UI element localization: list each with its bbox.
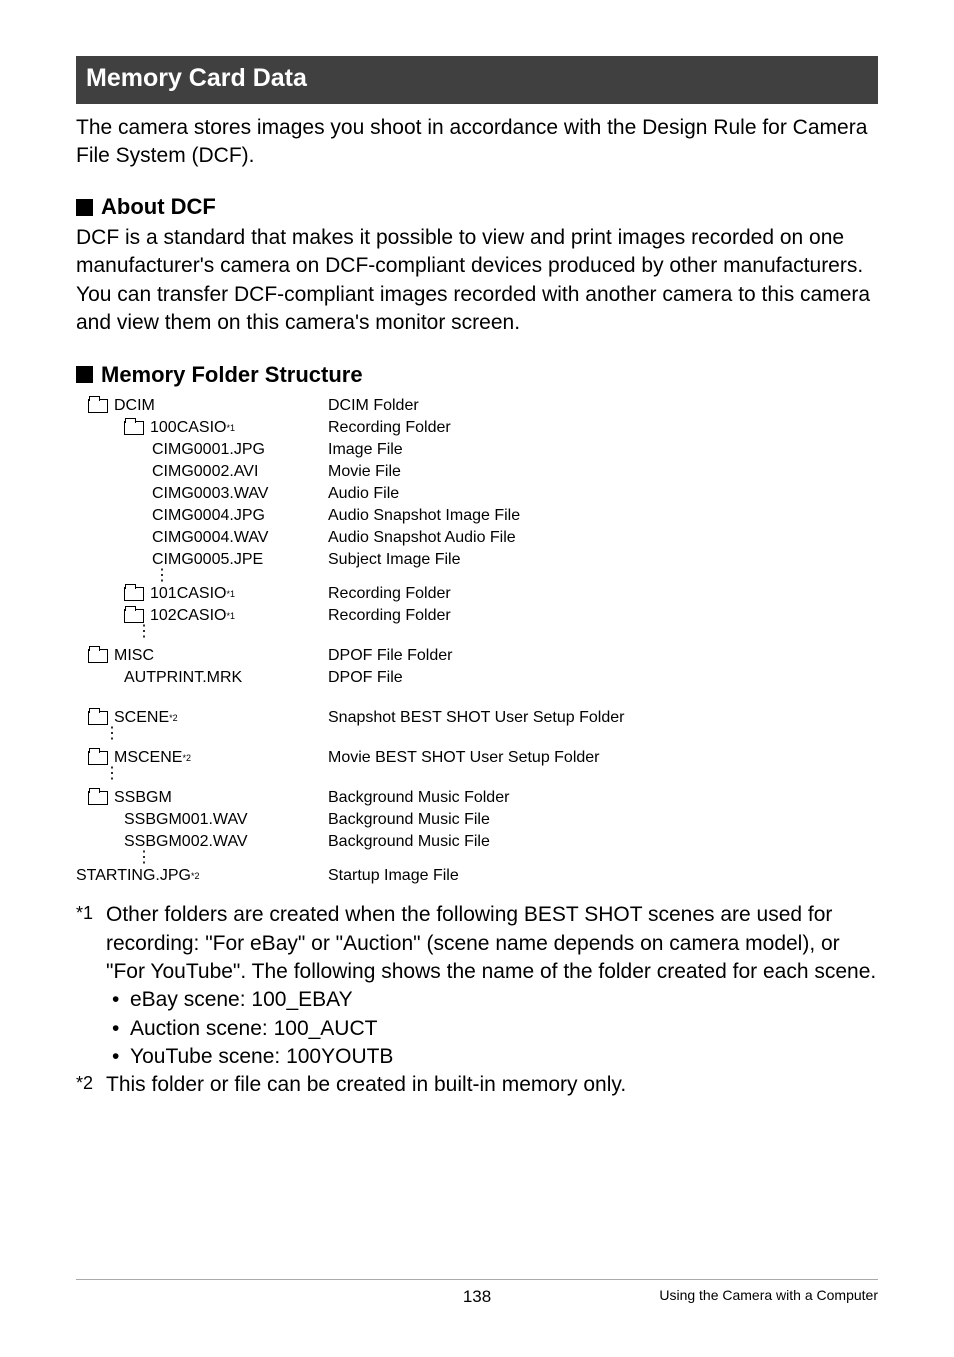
bullet-text: Auction scene: 100_AUCT [130,1015,377,1043]
bullet-text: eBay scene: 100_EBAY [130,986,353,1014]
tree-label: MSCENE [114,747,182,769]
folder-icon [88,791,108,805]
folder-icon [88,399,108,413]
tree-label: CIMG0003.WAV [152,483,268,505]
note-marker: *2 [76,1071,106,1099]
section-header: Memory Card Data [76,56,878,104]
page-footer: 138 Using the Camera with a Computer [76,1279,878,1305]
bullet-dot-icon: • [112,986,130,1014]
note-marker: *1 [76,901,106,986]
tree-label: CIMG0002.AVI [152,461,258,483]
note-text: Other folders are created when the follo… [106,901,878,986]
tree-label: 101CASIO [150,583,226,605]
superscript: *1 [226,588,235,600]
tree-desc: Recording Folder [328,417,451,439]
page-number: 138 [463,1286,491,1309]
vertical-dots-icon: ⋮ [76,769,878,781]
tree-desc: Audio Snapshot Image File [328,505,520,527]
tree-desc: Recording Folder [328,605,451,627]
superscript: *2 [182,752,191,764]
tree-label: CIMG0004.WAV [152,527,268,549]
about-dcf-text: DCF is a standard that makes it possible… [76,224,878,337]
superscript: *2 [169,712,178,724]
tree-desc: Background Music File [328,809,490,831]
tree-label: MISC [114,645,154,667]
folder-tree: DCIM DCIM Folder 100CASIO *1 Recording F… [76,395,878,887]
bullet-text: YouTube scene: 100YOUTB [130,1043,393,1071]
tree-desc: Snapshot BEST SHOT User Setup Folder [328,707,624,729]
subhead-about-dcf: About DCF [76,192,878,222]
tree-desc: Image File [328,439,403,461]
tree-desc: Movie BEST SHOT User Setup Folder [328,747,600,769]
tree-desc: Audio File [328,483,399,505]
vertical-dots-icon: ⋮ [76,571,878,583]
bullet-dot-icon: • [112,1015,130,1043]
tree-desc: Background Music File [328,831,490,853]
intro-text: The camera stores images you shoot in ac… [76,114,878,171]
tree-label: CIMG0005.JPE [152,549,263,571]
vertical-dots-icon: ⋮ [76,729,878,741]
folder-icon [124,421,144,435]
section-title: Memory Card Data [86,64,307,92]
folder-icon [88,751,108,765]
tree-label: 102CASIO [150,605,226,627]
tree-label: CIMG0004.JPG [152,505,265,527]
note-text: This folder or file can be created in bu… [106,1071,878,1099]
tree-label: DCIM [114,395,155,417]
tree-desc: DCIM Folder [328,395,419,417]
tree-label: 100CASIO [150,417,226,439]
tree-desc: Startup Image File [328,865,459,887]
vertical-dots-icon: ⋮ [76,627,878,639]
tree-label: CIMG0001.JPG [152,439,265,461]
tree-label: SSBGM001.WAV [124,809,248,831]
tree-label: SSBGM [114,787,172,809]
square-bullet-icon [76,366,93,383]
subhead-memory-structure: Memory Folder Structure [76,360,878,390]
subhead-text: Memory Folder Structure [101,360,363,390]
vertical-dots-icon: ⋮ [76,853,878,865]
superscript: *1 [226,422,235,434]
superscript: *1 [226,610,235,622]
superscript: *2 [191,870,200,882]
tree-label: STARTING.JPG [76,865,191,887]
folder-icon [88,711,108,725]
tree-desc: Movie File [328,461,401,483]
tree-label: AUTPRINT.MRK [124,667,242,689]
subhead-text: About DCF [101,192,216,222]
tree-desc: Background Music Folder [328,787,509,809]
folder-icon [124,587,144,601]
tree-desc: Recording Folder [328,583,451,605]
tree-label: SCENE [114,707,169,729]
tree-desc: Audio Snapshot Audio File [328,527,516,549]
tree-desc: Subject Image File [328,549,461,571]
tree-desc: DPOF File [328,667,403,689]
folder-icon [88,649,108,663]
bullet-dot-icon: • [112,1043,130,1071]
chapter-title: Using the Camera with a Computer [659,1286,878,1305]
square-bullet-icon [76,199,93,216]
tree-desc: DPOF File Folder [328,645,452,667]
footnotes: *1 Other folders are created when the fo… [76,901,878,1099]
folder-icon [124,609,144,623]
